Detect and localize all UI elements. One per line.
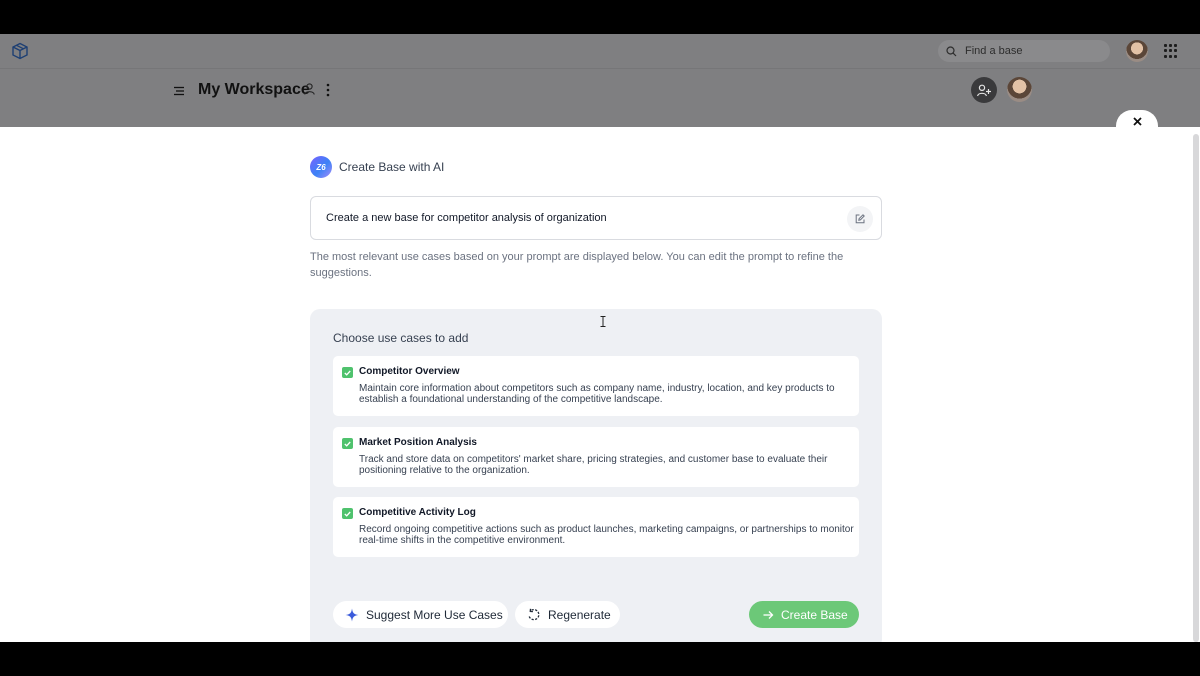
top-navigation-bar: Find a base bbox=[0, 34, 1200, 68]
check-icon bbox=[344, 370, 351, 376]
search-icon bbox=[946, 45, 957, 56]
text-cursor-icon bbox=[600, 316, 606, 327]
user-avatar[interactable] bbox=[1126, 40, 1148, 62]
use-case-card[interactable]: Competitor Overview Maintain core inform… bbox=[333, 356, 859, 416]
use-case-card[interactable]: Market Position Analysis Track and store… bbox=[333, 427, 859, 487]
regenerate-button[interactable]: Regenerate bbox=[515, 601, 620, 628]
scrollbar[interactable] bbox=[1193, 134, 1199, 642]
letterbox-bottom bbox=[0, 642, 1200, 676]
ai-badge-text: Z6 bbox=[316, 162, 326, 172]
apps-grid-icon[interactable] bbox=[1164, 44, 1178, 58]
prompt-value: Create a new base for competitor analysi… bbox=[326, 212, 607, 224]
menu-icon[interactable] bbox=[174, 86, 184, 96]
add-user-icon bbox=[977, 84, 991, 96]
suggest-more-button[interactable]: Suggest More Use Cases bbox=[333, 601, 508, 628]
more-vertical-icon[interactable] bbox=[322, 83, 334, 97]
edit-icon bbox=[855, 214, 865, 224]
search-placeholder: Find a base bbox=[965, 45, 1023, 57]
create-base-label: Create Base bbox=[781, 607, 848, 622]
regenerate-label: Regenerate bbox=[548, 607, 611, 622]
workspace-header: My Workspace bbox=[0, 68, 1200, 127]
check-icon bbox=[344, 511, 351, 517]
modal-header: Z6 Create Base with AI bbox=[310, 156, 444, 178]
refresh-icon bbox=[528, 608, 540, 620]
check-icon bbox=[344, 441, 351, 447]
edit-prompt-button[interactable] bbox=[847, 206, 873, 232]
user-icon bbox=[304, 83, 315, 95]
panel-title: Choose use cases to add bbox=[333, 331, 469, 345]
use-case-description: Maintain core information about competit… bbox=[359, 383, 835, 405]
use-case-title: Market Position Analysis bbox=[359, 437, 477, 448]
modal-title: Create Base with AI bbox=[339, 160, 445, 174]
sparkle-icon bbox=[345, 608, 359, 621]
use-case-title: Competitor Overview bbox=[359, 366, 460, 377]
workspace-title: My Workspace bbox=[198, 81, 310, 98]
close-icon bbox=[1132, 116, 1142, 126]
app-window: Find a base My Workspace Z6 Create Base … bbox=[0, 34, 1200, 642]
use-case-checkbox[interactable] bbox=[342, 367, 353, 378]
prompt-helper-text: The most relevant use cases based on you… bbox=[310, 251, 844, 279]
letterbox-top bbox=[0, 0, 1200, 34]
use-case-card[interactable]: Competitive Activity Log Record ongoing … bbox=[333, 497, 859, 557]
prompt-input[interactable]: Create a new base for competitor analysi… bbox=[310, 196, 882, 240]
create-base-button[interactable]: Create Base bbox=[749, 601, 859, 628]
ai-badge-icon: Z6 bbox=[310, 156, 332, 178]
use-cases-panel: Choose use cases to add Competitor Overv… bbox=[310, 309, 882, 642]
use-case-description: Record ongoing competitive actions such … bbox=[359, 524, 854, 546]
invite-member-button[interactable] bbox=[971, 77, 997, 103]
logo-icon[interactable] bbox=[11, 42, 29, 60]
use-case-description: Track and store data on competitors' mar… bbox=[359, 454, 828, 476]
suggest-more-label: Suggest More Use Cases bbox=[366, 607, 503, 622]
find-base-search[interactable]: Find a base bbox=[938, 40, 1110, 62]
workspace-member-avatar[interactable] bbox=[1007, 77, 1032, 102]
use-case-checkbox[interactable] bbox=[342, 508, 353, 519]
use-case-checkbox[interactable] bbox=[342, 438, 353, 449]
use-case-title: Competitive Activity Log bbox=[359, 507, 476, 518]
arrow-right-icon bbox=[763, 610, 774, 619]
